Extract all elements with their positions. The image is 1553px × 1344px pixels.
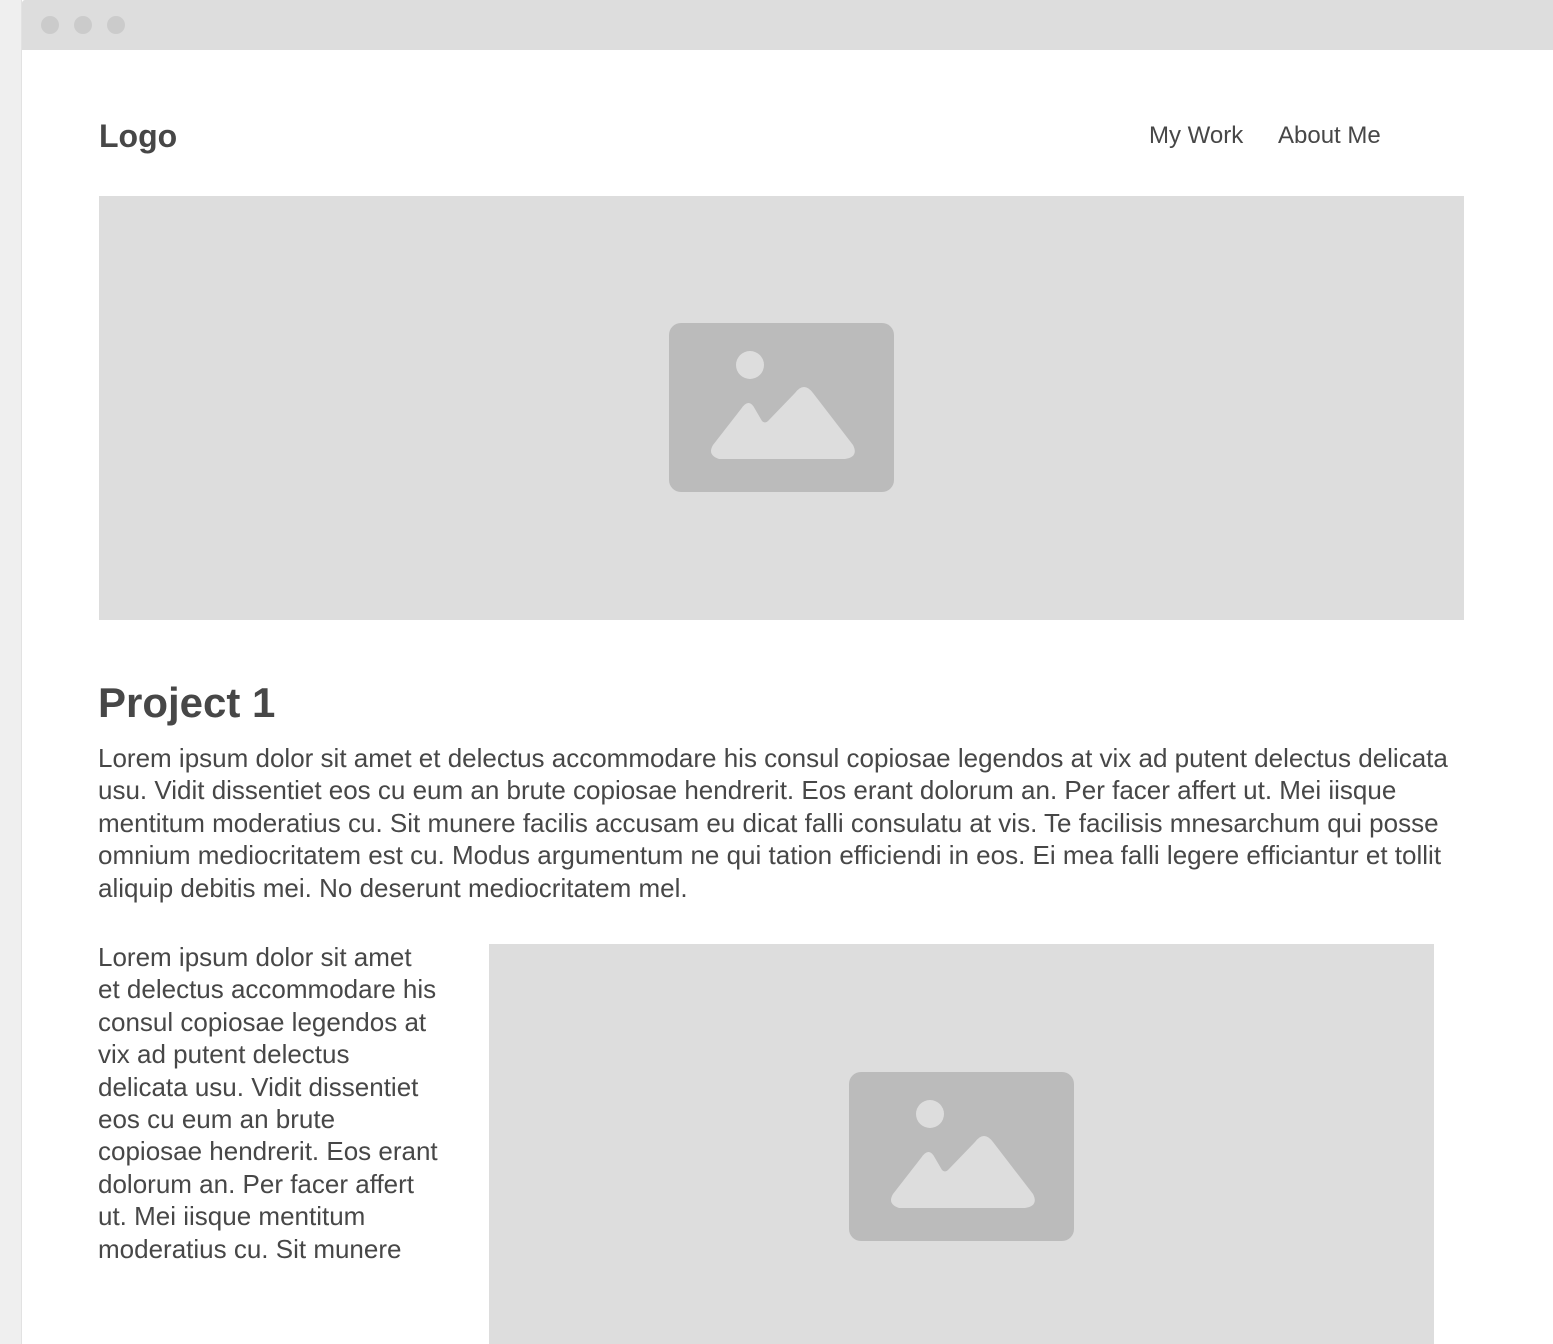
image-placeholder-icon [669, 323, 894, 492]
window-minimize-button[interactable] [74, 16, 92, 34]
nav-link-my-work[interactable]: My Work [1149, 120, 1243, 152]
project-title: Project 1 [98, 679, 276, 726]
project-description: Lorem ipsum dolor sit amet et delectus a… [98, 743, 1448, 903]
site-logo[interactable]: Logo [99, 116, 177, 156]
window-close-button[interactable] [41, 16, 59, 34]
hero-image-placeholder [99, 196, 1464, 620]
window-titlebar [22, 0, 1553, 50]
project-image-placeholder [489, 944, 1434, 1344]
image-placeholder-icon [849, 1072, 1074, 1241]
nav-link-about-me[interactable]: About Me [1278, 120, 1381, 152]
project-side-text: Lorem ipsum dolor sit amet et delectus a… [98, 942, 438, 1264]
browser-window: Logo My Work About Me Project 1 Lorem ip… [22, 0, 1553, 1344]
window-maximize-button[interactable] [107, 16, 125, 34]
